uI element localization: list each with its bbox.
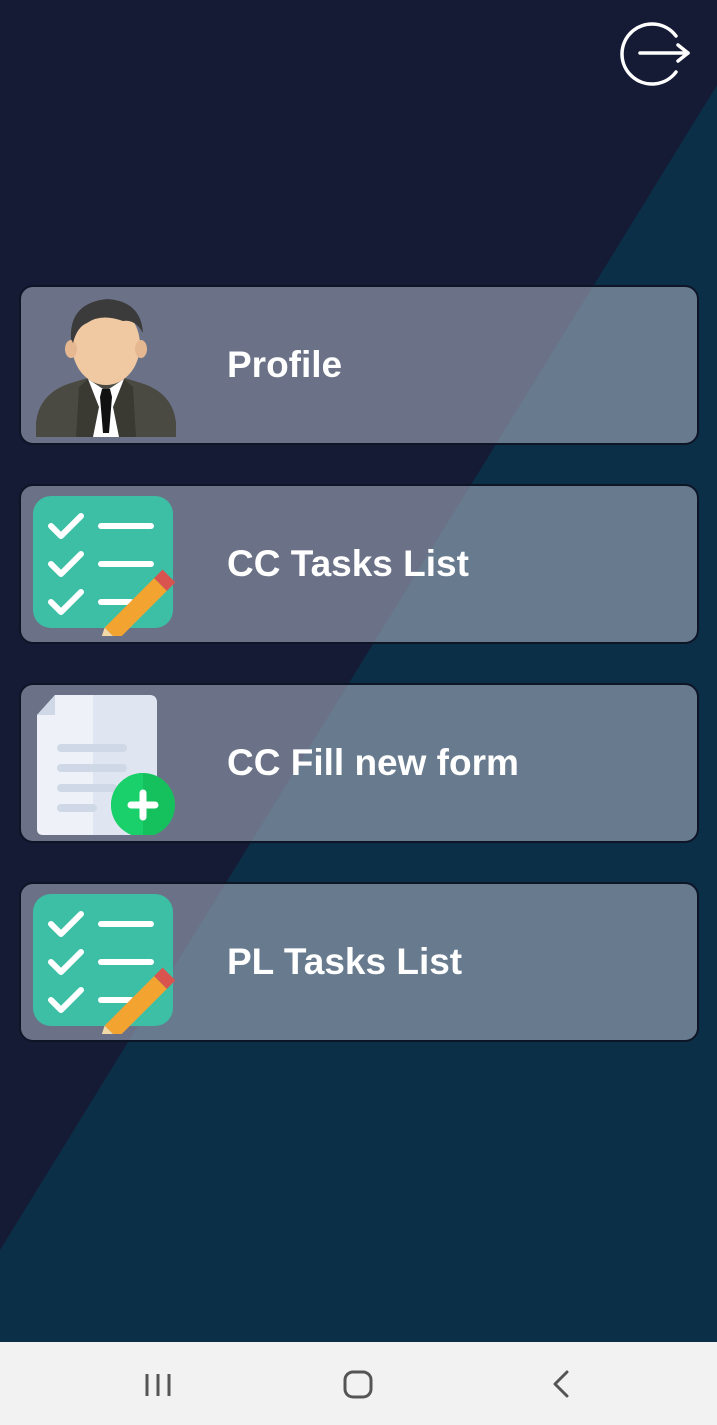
logout-button[interactable] <box>618 20 692 88</box>
checklist-pencil-icon <box>31 892 181 1045</box>
menu-item-label: Profile <box>227 344 343 385</box>
menu-card-cc-fill-new-form[interactable]: CC Fill new form <box>19 683 699 843</box>
recents-icon <box>145 1374 171 1396</box>
menu-item-label: PL Tasks List <box>227 941 463 982</box>
menu-card-cc-tasks-list[interactable]: CC Tasks List <box>19 484 699 647</box>
document-add-icon <box>31 693 181 837</box>
home-screen: Profile CC Tasks List CC Fill new form P… <box>0 0 717 1425</box>
back-icon <box>553 1370 569 1398</box>
system-navbar <box>0 1342 717 1425</box>
menu-card-profile[interactable]: Profile <box>19 285 699 445</box>
checklist-pencil-icon <box>31 494 181 647</box>
background <box>0 0 717 1342</box>
home-icon <box>343 1370 373 1399</box>
menu-item-label: CC Tasks List <box>227 543 469 584</box>
menu-item-label: CC Fill new form <box>227 742 519 783</box>
logout-icon <box>620 22 690 86</box>
back-button[interactable] <box>530 1356 590 1412</box>
home-button[interactable] <box>328 1356 388 1412</box>
menu-card-pl-tasks-list[interactable]: PL Tasks List <box>19 882 699 1045</box>
profile-avatar-icon <box>31 295 181 437</box>
recents-button[interactable] <box>128 1356 188 1412</box>
